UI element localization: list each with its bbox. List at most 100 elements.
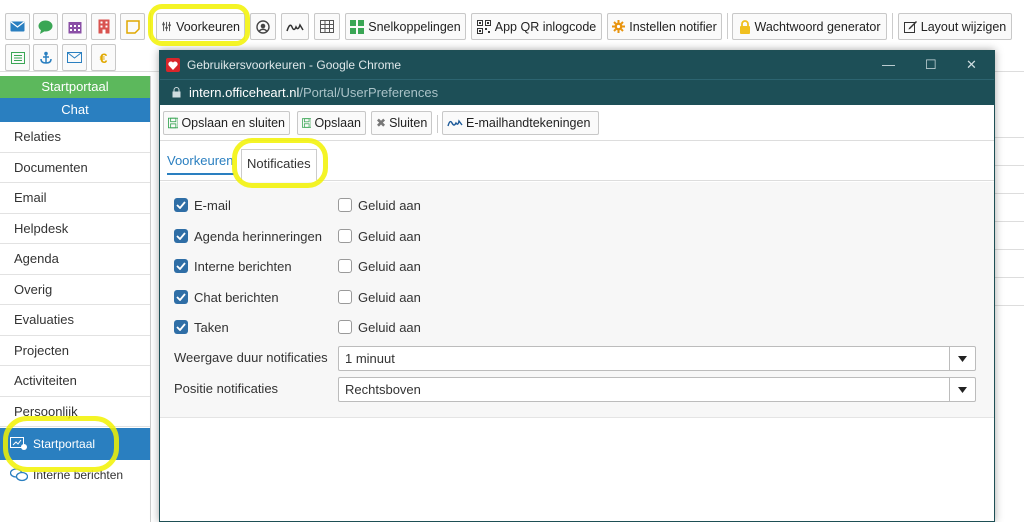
wachtwoord-generator-button[interactable]: Wachtwoord generator [732,13,887,40]
email-sound-checkbox[interactable] [338,198,352,212]
building-icon[interactable] [91,13,116,40]
signature-icon[interactable] [281,13,309,40]
taken-sound-row[interactable]: Geluid aan [338,317,421,337]
taken-label: Taken [194,319,229,335]
sidebar-header-startportaal[interactable]: Startportaal [0,76,150,98]
chat-checkbox[interactable] [174,290,188,304]
euro-icon[interactable]: € [91,44,116,71]
sidebar-item-projecten[interactable]: Projecten [0,336,150,366]
mail-icon[interactable] [5,13,30,40]
email-checkbox[interactable] [174,198,188,212]
preferences-window: Gebruikersvoorkeuren - Google Chrome — ☐… [159,50,995,522]
heart-icon [166,58,180,72]
signature-icon [447,119,463,127]
sidebar-item-agenda[interactable]: Agenda [0,244,150,275]
agenda-label: Agenda herinneringen [194,228,322,244]
position-label: Positie notificaties [174,381,279,396]
interne-berichten-sound-row[interactable]: Geluid aan [338,256,421,276]
note-icon[interactable] [120,13,145,40]
agenda-checkbox-row[interactable]: Agenda herinneringen [174,226,322,246]
chat-sound-row[interactable]: Geluid aan [338,287,421,307]
save-icon [168,117,179,129]
close-label: Sluiten [389,116,428,130]
sidebar-item-overig[interactable]: Overig [0,275,150,305]
highlight-startportaal [3,416,119,472]
background-list [994,110,1024,310]
email-checkbox-row[interactable]: E-mail [174,195,231,215]
notifier-label: Instellen notifier [629,19,717,34]
instellen-notifier-button[interactable]: Instellen notifier [607,13,722,40]
sidebar-item-documenten[interactable]: Documenten [0,153,150,183]
sidebar-header-chat[interactable]: Chat [0,98,150,122]
gear-icon [612,20,626,33]
interne-berichten-checkbox-row[interactable]: Interne berichten [174,256,292,276]
highlight-voorkeuren [148,4,250,46]
duration-value: 1 minuut [345,351,395,366]
grid-icon[interactable] [314,13,340,40]
window-title: Gebruikersvoorkeuren - Google Chrome [187,58,402,72]
app-qr-button[interactable]: App QR inlogcode [471,13,602,40]
save-close-label: Opslaan en sluiten [181,116,285,130]
position-select[interactable]: Rechtsboven [338,377,976,402]
notifications-form: E-mail Geluid aan Agenda herinneringen G… [160,182,994,418]
save-label: Opslaan [314,116,361,130]
url-domain: intern.officeheart.nl [189,85,300,100]
lock-icon [172,87,181,98]
close-icon: ✖ [376,116,387,130]
sidebar-item-email[interactable]: Email [0,183,150,214]
taken-checkbox[interactable] [174,320,188,334]
layout-wijzigen-button[interactable]: Layout wijzigen [898,13,1012,40]
agenda-sound-row[interactable]: Geluid aan [338,226,421,246]
window-titlebar[interactable]: Gebruikersvoorkeuren - Google Chrome — ☐… [160,51,994,79]
duration-select[interactable]: 1 minuut [338,346,976,371]
taken-checkbox-row[interactable]: Taken [174,317,229,337]
maximize-icon[interactable]: ☐ [925,57,937,73]
tab-voorkeuren[interactable]: Voorkeuren [167,153,234,175]
save-icon [302,118,312,128]
envelope-icon[interactable] [62,44,87,71]
position-value: Rechtsboven [345,382,421,397]
save-close-button[interactable]: Opslaan en sluiten [163,111,290,135]
qr-icon [476,19,491,34]
email-signatures-button[interactable]: E-mailhandtekeningen [442,111,599,135]
tiles-icon [350,19,365,34]
interne-berichten-sound-checkbox[interactable] [338,259,352,273]
interne-berichten-sound-label: Geluid aan [358,258,421,274]
save-button[interactable]: Opslaan [297,111,366,135]
agenda-checkbox[interactable] [174,229,188,243]
duration-label: Weergave duur notificaties [174,350,328,365]
chevron-down-icon[interactable] [949,347,975,370]
app-qr-label: App QR inlogcode [494,19,597,34]
calendar-icon[interactable] [62,13,87,40]
chat-sound-label: Geluid aan [358,289,421,305]
profile-icon[interactable] [250,13,276,40]
anchor-icon[interactable] [33,44,58,71]
sidebar-item-activiteiten[interactable]: Activiteiten [0,366,150,397]
lock-icon [739,19,750,34]
url-path: /Portal/UserPreferences [299,85,439,100]
highlight-notificaties [232,138,328,188]
sidebar-item-helpdesk[interactable]: Helpdesk [0,214,150,244]
sidebar-item-relaties[interactable]: Relaties [0,122,150,153]
address-bar[interactable]: intern.officeheart.nl/Portal/UserPrefere… [160,79,994,105]
email-sound-label: Geluid aan [358,197,421,213]
chat-checkbox-row[interactable]: Chat berichten [174,287,279,307]
taken-sound-checkbox[interactable] [338,320,352,334]
sidebar-item-evaluaties[interactable]: Evaluaties [0,305,150,336]
agenda-sound-label: Geluid aan [358,228,421,244]
interne-berichten-checkbox[interactable] [174,259,188,273]
minimize-icon[interactable]: — [882,57,895,72]
taken-sound-label: Geluid aan [358,319,421,335]
list-icon[interactable] [5,44,30,71]
chat-icon[interactable] [33,13,58,40]
close-button[interactable]: ✖ Sluiten [371,111,432,135]
email-sound-row[interactable]: Geluid aan [338,195,421,215]
chat-sound-checkbox[interactable] [338,290,352,304]
agenda-sound-checkbox[interactable] [338,229,352,243]
window-toolbar: Opslaan en sluiten Opslaan ✖ Sluiten E-m… [160,105,994,141]
chevron-down-icon[interactable] [949,378,975,401]
close-window-icon[interactable]: ✕ [966,57,977,73]
snelkoppelingen-button[interactable]: Snelkoppelingen [345,13,466,40]
interne-berichten-label: Interne berichten [194,258,292,274]
signatures-label: E-mailhandtekeningen [466,116,591,130]
